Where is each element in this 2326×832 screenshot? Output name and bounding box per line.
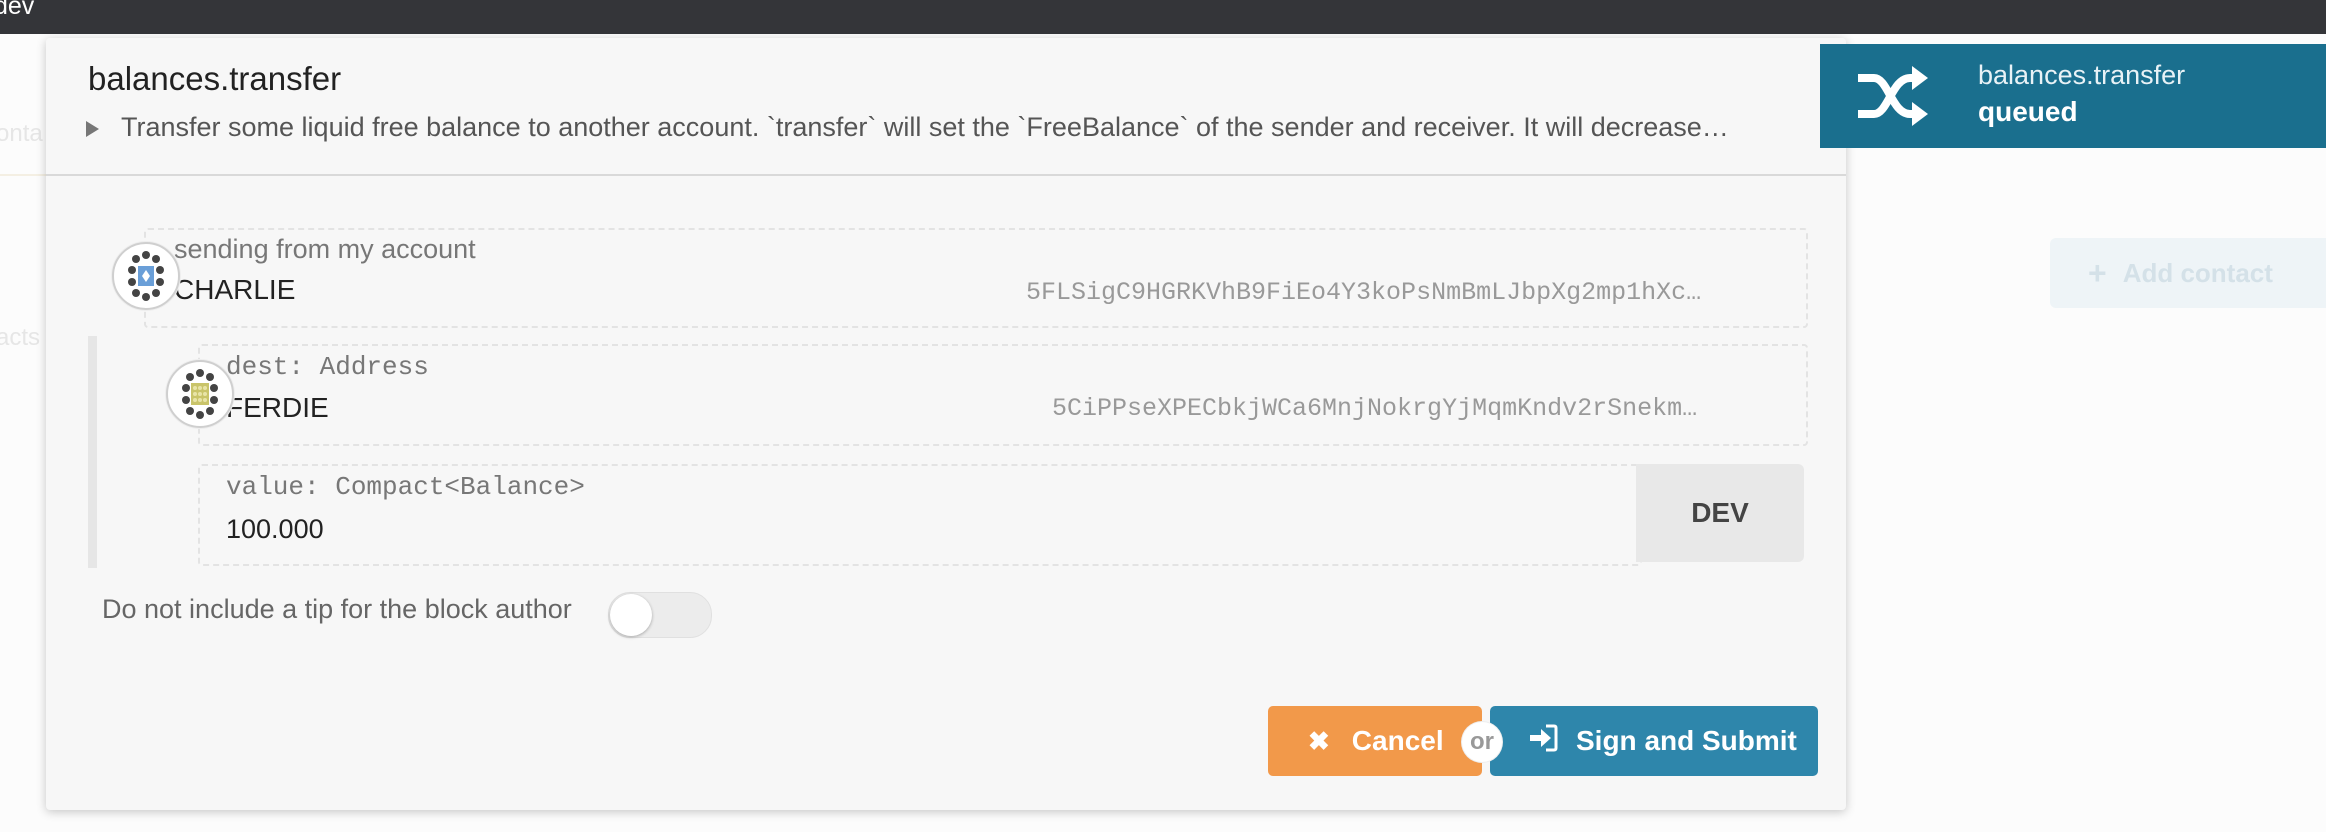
notification-title: balances.transfer (1978, 60, 2186, 90)
background-tab-underline (0, 174, 46, 176)
add-contact-button[interactable]: + Add contact (2050, 238, 2326, 308)
background-heading-fragment: acts (0, 324, 41, 351)
sender-address: 5FLSigC9HGRKVhB9FiEo4Y3koPsNmBmLJbpXg2mp… (1026, 278, 1702, 307)
dest-address: 5CiPPseXPECbkjWCa6MnjNokrgYjMqmKndv2rSne… (1052, 394, 1698, 423)
add-contact-label: Add contact (2122, 257, 2273, 288)
expand-triangle-icon[interactable] (86, 120, 99, 137)
tip-toggle[interactable] (608, 592, 712, 638)
dest-identicon (166, 360, 234, 428)
close-icon: ✖ (1308, 725, 1330, 756)
dest-name: FERDIE (226, 392, 329, 423)
cancel-button[interactable]: ✖ Cancel (1268, 706, 1482, 776)
notification-status: queued (1978, 96, 2078, 127)
submit-label: Sign and Submit (1576, 725, 1797, 756)
sender-name: CHARLIE (174, 274, 296, 305)
value-amount: 100.000 (226, 514, 324, 544)
unit-selector[interactable]: DEV (1636, 464, 1804, 562)
dest-label: dest: Address (226, 352, 429, 382)
sign-and-submit-button[interactable]: Sign and Submit (1490, 706, 1818, 776)
modal-description[interactable]: Transfer some liquid free balance to ano… (86, 112, 1846, 143)
background-tab-fragment: onta (0, 120, 43, 147)
value-label: value: Compact<Balance> (226, 472, 585, 502)
sign-in-icon (1528, 724, 1558, 759)
modal-description-text: Transfer some liquid free balance to ano… (121, 112, 1729, 142)
sender-identicon (112, 242, 180, 310)
chain-label: dev (0, 0, 35, 20)
shuffle-icon (1854, 64, 1930, 133)
sender-label: sending from my account (174, 234, 476, 264)
or-divider: or (1462, 722, 1502, 762)
value-input[interactable]: value: Compact<Balance> 100.000 (198, 464, 1642, 566)
sender-account-dropdown[interactable]: sending from my account CHARLIE 5FLSigC9… (144, 228, 1808, 328)
params-indent-bar (88, 336, 97, 568)
cancel-label: Cancel (1351, 725, 1444, 756)
modal-header: balances.transfer Transfer some liquid f… (46, 38, 1846, 176)
extrinsic-modal: balances.transfer Transfer some liquid f… (46, 38, 1846, 810)
modal-title: balances.transfer (88, 60, 342, 97)
toggle-knob (610, 594, 652, 636)
top-bar: dev (0, 0, 2326, 34)
tip-label: Do not include a tip for the block autho… (102, 594, 572, 624)
dest-address-input[interactable]: dest: Address FERDIE 5CiPPseXPECbkjWCa6M… (198, 344, 1808, 446)
status-notification[interactable]: balances.transfer queued (1820, 44, 2326, 148)
plus-icon: + (2088, 254, 2107, 291)
